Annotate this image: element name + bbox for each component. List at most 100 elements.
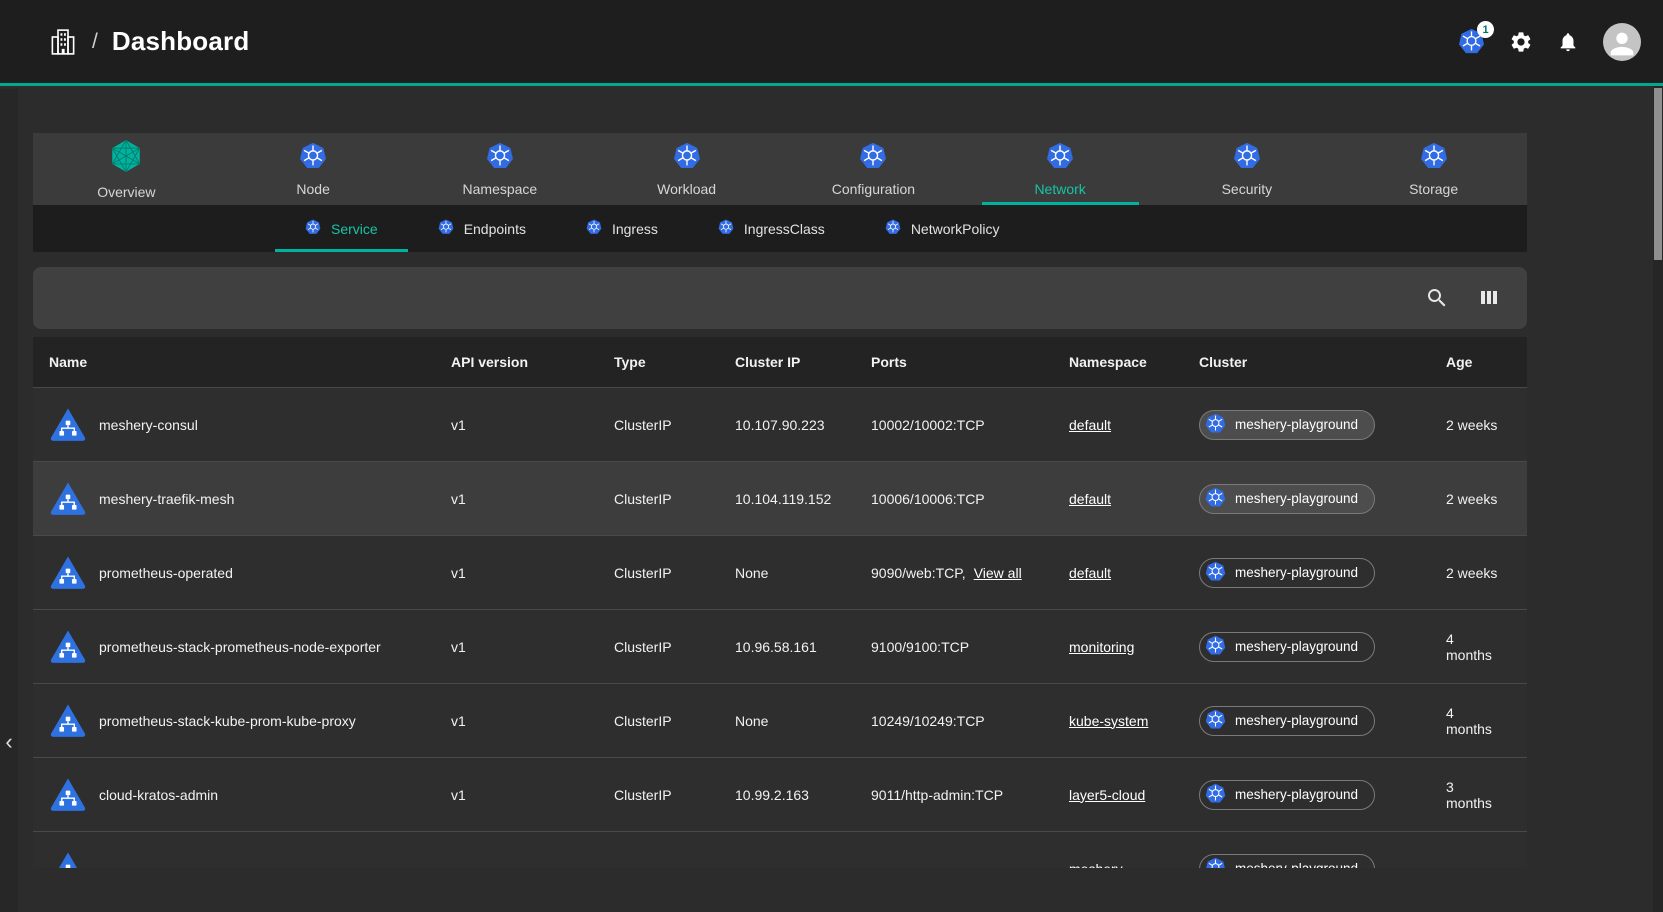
table-row[interactable]: cloud-kratos-admin v1 ClusterIP 10.99.2.… (33, 757, 1527, 831)
namespace-link[interactable]: monitoring (1069, 639, 1134, 655)
table-row[interactable]: meshery-consul v1 ClusterIP 10.107.90.22… (33, 387, 1527, 461)
notifications-bell-icon[interactable] (1557, 31, 1579, 53)
cluster-name: meshery-playground (1235, 861, 1358, 868)
service-icon (49, 776, 87, 814)
tab-label: Overview (97, 184, 155, 200)
subtab-service[interactable]: Service (275, 205, 408, 252)
column-header-age[interactable]: Age (1446, 354, 1511, 370)
tab-label: Storage (1409, 181, 1458, 197)
table-row[interactable]: meshery-traefik-mesh v1 ClusterIP 10.104… (33, 461, 1527, 535)
age-value: 2 weeks (1446, 565, 1511, 581)
kubernetes-icon (486, 142, 514, 175)
api-version: v1 (451, 417, 614, 433)
service-name: prometheus-operated (99, 565, 233, 581)
cluster-chip[interactable]: meshery-playground (1199, 780, 1375, 810)
cluster-chip[interactable]: meshery-playground (1199, 854, 1375, 869)
namespace-link[interactable]: default (1069, 417, 1111, 433)
namespace-link[interactable]: default (1069, 491, 1111, 507)
subtab-label: IngressClass (744, 221, 825, 237)
scrollbar-thumb[interactable] (1654, 88, 1662, 260)
kubernetes-context-icon[interactable]: 1 (1458, 28, 1485, 55)
namespace-link[interactable]: default (1069, 565, 1111, 581)
tab-node[interactable]: Node (220, 133, 407, 205)
ports-value: 9011/http-admin:TCP (871, 787, 1003, 803)
appbar: / Dashboard 1 (0, 0, 1663, 86)
cluster-name: meshery-playground (1235, 787, 1358, 802)
tab-namespace[interactable]: Namespace (407, 133, 594, 205)
search-icon[interactable] (1425, 286, 1449, 310)
subtab-label: NetworkPolicy (911, 221, 1000, 237)
column-header-cluster[interactable]: Cluster (1199, 354, 1446, 370)
collapse-drawer-handle[interactable]: ‹ (0, 728, 18, 758)
namespace-link[interactable]: kube-system (1069, 713, 1148, 729)
cluster-chip[interactable]: meshery-playground (1199, 410, 1375, 440)
services-table: NameAPI versionTypeCluster IPPortsNamesp… (33, 337, 1527, 868)
cluster-chip[interactable]: meshery-playground (1199, 706, 1375, 736)
api-version: v1 (451, 787, 614, 803)
api-version: v1 (451, 639, 614, 655)
view-all-link[interactable]: View all (974, 565, 1022, 581)
table-row[interactable]: prometheus-stack-prometheus-node-exporte… (33, 609, 1527, 683)
subtab-endpoints[interactable]: Endpoints (408, 205, 556, 252)
kubernetes-icon (1420, 142, 1448, 175)
kubernetes-icon (673, 142, 701, 175)
cluster-name: meshery-playground (1235, 417, 1358, 432)
column-header-namespace[interactable]: Namespace (1069, 354, 1199, 370)
kubernetes-icon (1205, 413, 1226, 437)
tab-storage[interactable]: Storage (1340, 133, 1527, 205)
kubernetes-icon (438, 219, 454, 238)
namespace-link[interactable]: layer5-cloud (1069, 787, 1145, 803)
ports-value: 10006/10006:TCP (871, 491, 985, 507)
subtab-ingressclass[interactable]: IngressClass (688, 205, 855, 252)
column-header-name[interactable]: Name (49, 354, 451, 370)
kubernetes-icon (885, 219, 901, 238)
cluster-chip[interactable]: meshery-playground (1199, 558, 1375, 588)
table-row[interactable]: prometheus-operated v1 ClusterIP None 90… (33, 535, 1527, 609)
tab-label: Security (1222, 181, 1273, 197)
resource-tabs: Overview Node Namespace Workload Configu… (33, 133, 1527, 205)
service-type: ClusterIP (614, 787, 735, 803)
column-header-api-version[interactable]: API version (451, 354, 614, 370)
cluster-name: meshery-playground (1235, 639, 1358, 654)
namespace-link[interactable]: meshery (1069, 861, 1123, 869)
service-icon (49, 480, 87, 518)
ports-value: 10249/10249:TCP (871, 713, 985, 729)
cluster-name: meshery-playground (1235, 491, 1358, 506)
table-body: meshery-consul v1 ClusterIP 10.107.90.22… (33, 387, 1527, 868)
cluster-ip: None (735, 713, 871, 729)
view-columns-icon[interactable] (1477, 286, 1501, 310)
subtab-label: Service (331, 221, 378, 237)
tab-workload[interactable]: Workload (593, 133, 780, 205)
user-avatar[interactable] (1603, 23, 1641, 61)
organization-icon[interactable] (48, 27, 78, 57)
column-header-cluster-ip[interactable]: Cluster IP (735, 354, 871, 370)
age-value: 3 months (1446, 779, 1511, 811)
tab-overview[interactable]: Overview (33, 133, 220, 205)
service-icon (49, 554, 87, 592)
service-type: ClusterIP (614, 417, 735, 433)
appbar-actions: 1 (1458, 23, 1641, 61)
tab-network[interactable]: Network (967, 133, 1154, 205)
cluster-chip[interactable]: meshery-playground (1199, 484, 1375, 514)
tab-security[interactable]: Security (1154, 133, 1341, 205)
tab-label: Network (1034, 181, 1085, 197)
cluster-chip[interactable]: meshery-playground (1199, 632, 1375, 662)
subtab-label: Ingress (612, 221, 658, 237)
table-row[interactable]: prometheus-stack-kube-prom-kube-proxy v1… (33, 683, 1527, 757)
service-type: ClusterIP (614, 639, 735, 655)
column-header-ports[interactable]: Ports (871, 354, 1069, 370)
service-name: prometheus-stack-prometheus-node-exporte… (99, 639, 381, 655)
table-row[interactable]: meshery meshery-playground (33, 831, 1527, 868)
api-version: v1 (451, 565, 614, 581)
settings-gear-icon[interactable] (1509, 30, 1533, 54)
service-icon (49, 850, 87, 869)
subtab-ingress[interactable]: Ingress (556, 205, 688, 252)
subtab-networkpolicy[interactable]: NetworkPolicy (855, 205, 1030, 252)
kubernetes-icon (1205, 487, 1226, 511)
vertical-scrollbar[interactable] (1653, 0, 1663, 912)
dashboard-page: Overview Node Namespace Workload Configu… (33, 133, 1527, 868)
column-header-type[interactable]: Type (614, 354, 735, 370)
tab-configuration[interactable]: Configuration (780, 133, 967, 205)
kubernetes-icon (1205, 857, 1226, 869)
service-icon (49, 702, 87, 740)
